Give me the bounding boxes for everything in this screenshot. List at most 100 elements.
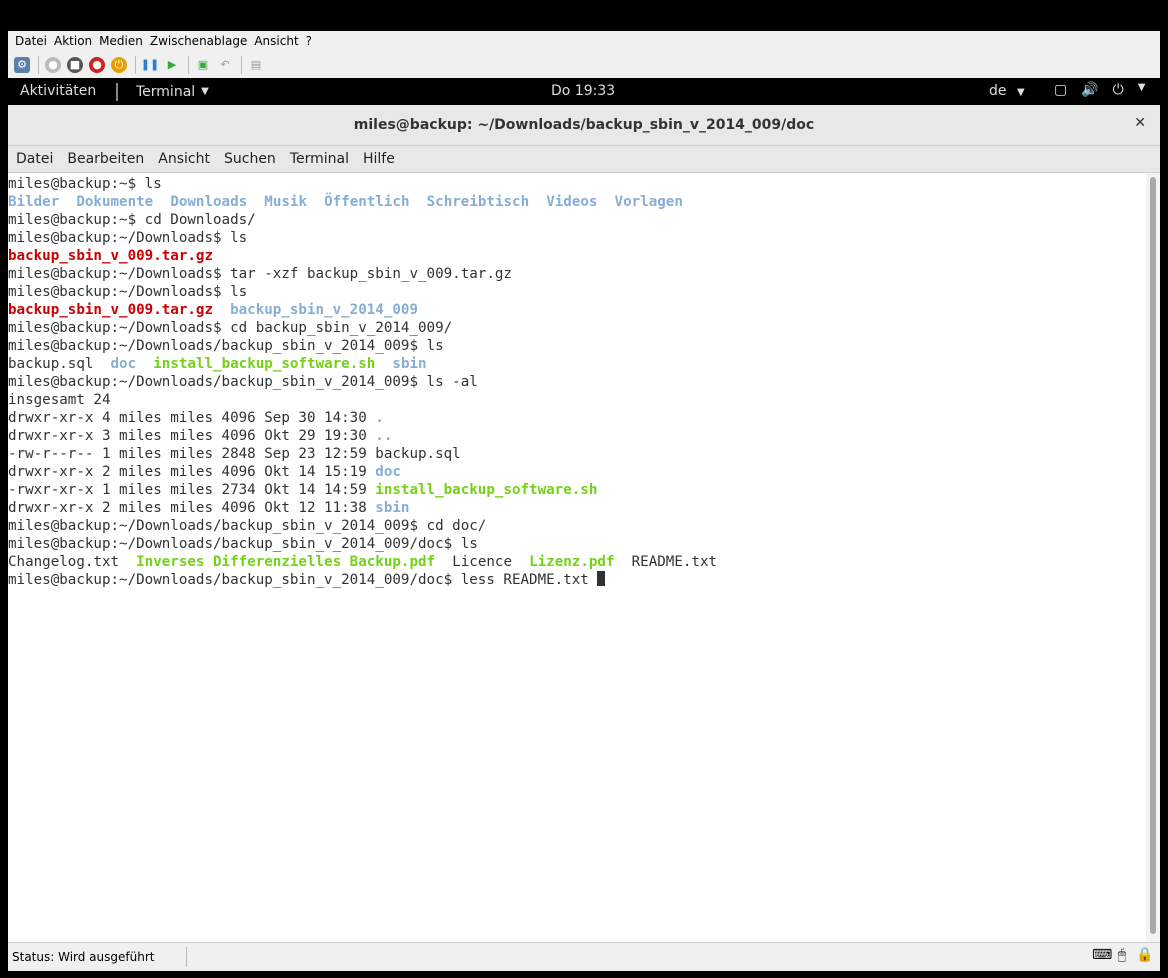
terminal-entry-dir: Öffentlich	[324, 194, 410, 210]
close-icon[interactable]: ✕	[1134, 115, 1146, 131]
terminal-text: -rw-r--r-- 1 miles miles 2848 Sep 23 12:…	[8, 446, 461, 462]
terminal-entry-dir: Bilder	[8, 194, 60, 210]
volume-icon: 🔊	[1081, 82, 1099, 98]
terminal-entry-dir: ..	[375, 428, 393, 444]
terminal-line: Bilder Dokumente Downloads Musik Öffentl…	[8, 193, 1146, 211]
status-text: Status: Wird ausgeführt	[12, 947, 187, 967]
terminal-entry-arc: backup_sbin_v_009.tar.gz	[8, 248, 213, 264]
checkpoint-icon[interactable]: ▣	[195, 57, 211, 73]
terminal-menu-item[interactable]: Ansicht	[158, 151, 210, 167]
terminal-menu-item[interactable]: Suchen	[224, 151, 276, 167]
terminal-entry-dir: Dokumente	[76, 194, 154, 210]
status-icons: ⌨ 🖱 🔒	[1092, 947, 1154, 965]
terminal-entry-exe: Inverses Differenzielles Backup.pdf	[136, 554, 436, 570]
toolbar-separator	[38, 55, 39, 74]
host-menu-item[interactable]: ?	[306, 34, 312, 48]
language-label: de	[989, 83, 1007, 99]
terminal-line: insgesamt 24	[8, 391, 1146, 409]
terminal-menu-item[interactable]: Bearbeiten	[67, 151, 144, 167]
terminal-text: miles@backup:~/Downloads$ tar -xzf backu…	[8, 266, 512, 282]
enhanced-session-icon[interactable]: ▤	[248, 57, 264, 73]
power-icon[interactable]: ⏻	[111, 56, 127, 73]
terminal-text: miles@backup:~$ ls	[8, 176, 162, 192]
host-menu-item[interactable]: Ansicht	[254, 34, 298, 48]
chevron-down-icon: ▼	[1137, 82, 1146, 93]
terminal-menu-item[interactable]: Hilfe	[363, 151, 395, 167]
terminal-text: backup.sql	[8, 356, 94, 372]
terminal-entry-dir: Vorlagen	[614, 194, 683, 210]
terminal-text: miles@backup:~/Downloads/backup_sbin_v_2…	[8, 338, 444, 354]
toolbar-separator	[135, 55, 136, 74]
window-icon: ▢	[1054, 82, 1068, 98]
host-menu-item[interactable]: Aktion	[54, 34, 92, 48]
scrollbar[interactable]	[1146, 173, 1160, 942]
host-menu-item[interactable]: Datei	[15, 34, 47, 48]
terminal-entry-dir: Videos	[546, 194, 598, 210]
terminal-line: Changelog.txt Inverses Differenzielles B…	[8, 553, 1146, 571]
terminal-output[interactable]: miles@backup:~$ ls Bilder Dokumente Downl…	[8, 173, 1146, 944]
host-toolbar: ⚙ ● ■ ● ⏻ ❚❚ ▶ ▣ ↶ ▤	[8, 51, 1160, 79]
pause-icon[interactable]: ❚❚	[141, 57, 159, 73]
terminal-line: miles@backup:~/Downloads/backup_sbin_v_2…	[8, 571, 1146, 589]
app-menu[interactable]: Terminal ▼	[116, 78, 209, 105]
stop-icon[interactable]: ■	[67, 56, 83, 73]
terminal-line: miles@backup:~/Downloads/backup_sbin_v_2…	[8, 535, 1146, 553]
terminal-text: drwxr-xr-x 4 miles miles 4096 Sep 30 14:…	[8, 410, 376, 426]
terminal-line: -rwxr-xr-x 1 miles miles 2734 Okt 14 14:…	[8, 481, 1146, 499]
terminal-line: drwxr-xr-x 2 miles miles 4096 Okt 12 11:…	[8, 499, 1146, 517]
terminal-menu-item[interactable]: Terminal	[290, 151, 349, 167]
terminal-entry-arc: backup_sbin_v_009.tar.gz	[8, 302, 213, 318]
terminal-text: -rwxr-xr-x 1 miles miles 2734 Okt 14 14:…	[8, 482, 376, 498]
lock-icon: 🔒	[1136, 947, 1154, 963]
text-cursor	[597, 571, 606, 586]
host-menu-item[interactable]: Zwischenablage	[150, 34, 247, 48]
ctrl-alt-del-icon[interactable]: ⚙	[14, 56, 30, 73]
app-menu-label: Terminal	[136, 83, 196, 100]
window-titlebar[interactable]: miles@backup: ~/Downloads/backup_sbin_v_…	[8, 105, 1160, 146]
terminal-menu-item[interactable]: Datei	[16, 151, 53, 167]
terminal-text: drwxr-xr-x 2 miles miles 4096 Okt 12 11:…	[8, 500, 376, 516]
gnome-top-bar: Aktivitäten Terminal ▼ Do 19:33 de ▼ ▢ 🔊…	[8, 78, 1160, 105]
terminal-line: drwxr-xr-x 2 miles miles 4096 Okt 14 15:…	[8, 463, 1146, 481]
terminal-text: Changelog.txt	[8, 554, 120, 570]
terminal-entry-dir: sbin	[375, 500, 410, 516]
terminal-line: -rw-r--r-- 1 miles miles 2848 Sep 23 12:…	[8, 445, 1146, 463]
toolbar-separator	[188, 55, 189, 74]
revert-icon[interactable]: ↶	[217, 57, 233, 73]
shutdown-icon[interactable]: ●	[89, 56, 105, 73]
terminal-line: miles@backup:~/Downloads$ tar -xzf backu…	[8, 265, 1146, 283]
terminal-text: miles@backup:~/Downloads$ cd backup_sbin…	[8, 320, 453, 336]
mouse-icon: 🖱	[1117, 947, 1127, 963]
scrollbar-thumb[interactable]	[1150, 177, 1156, 934]
system-menu[interactable]: ▢ 🔊 ⏻ ▼	[1054, 82, 1145, 98]
terminal-text: miles@backup:~/Downloads/backup_sbin_v_2…	[8, 572, 598, 588]
input-language-selector[interactable]: de ▼	[989, 83, 1025, 99]
clock[interactable]: Do 19:33	[551, 83, 615, 99]
terminal-text: drwxr-xr-x 3 miles miles 4096 Okt 29 19:…	[8, 428, 376, 444]
terminal-line: miles@backup:~$ ls	[8, 175, 1146, 193]
activities-button[interactable]: Aktivitäten	[20, 83, 96, 99]
terminal-menubar: Datei Bearbeiten Ansicht Suchen Terminal Hilf…	[8, 146, 1160, 173]
terminal-entry-dir: sbin	[392, 356, 427, 372]
terminal-text: miles@backup:~/Downloads/backup_sbin_v_2…	[8, 374, 478, 390]
terminal-line: miles@backup:~/Downloads/backup_sbin_v_2…	[8, 337, 1146, 355]
terminal-entry-dir: Downloads	[170, 194, 248, 210]
chevron-down-icon: ▼	[201, 86, 209, 97]
host-menu-item[interactable]: Medien	[99, 34, 143, 48]
resume-icon[interactable]: ▶	[164, 57, 180, 73]
terminal-line: miles@backup:~$ cd Downloads/	[8, 211, 1146, 229]
terminal-line: miles@backup:~/Downloads$ ls	[8, 283, 1146, 301]
terminal-text: miles@backup:~/Downloads/backup_sbin_v_2…	[8, 536, 478, 552]
start-icon[interactable]: ●	[45, 56, 61, 73]
terminal-icon	[116, 82, 128, 101]
